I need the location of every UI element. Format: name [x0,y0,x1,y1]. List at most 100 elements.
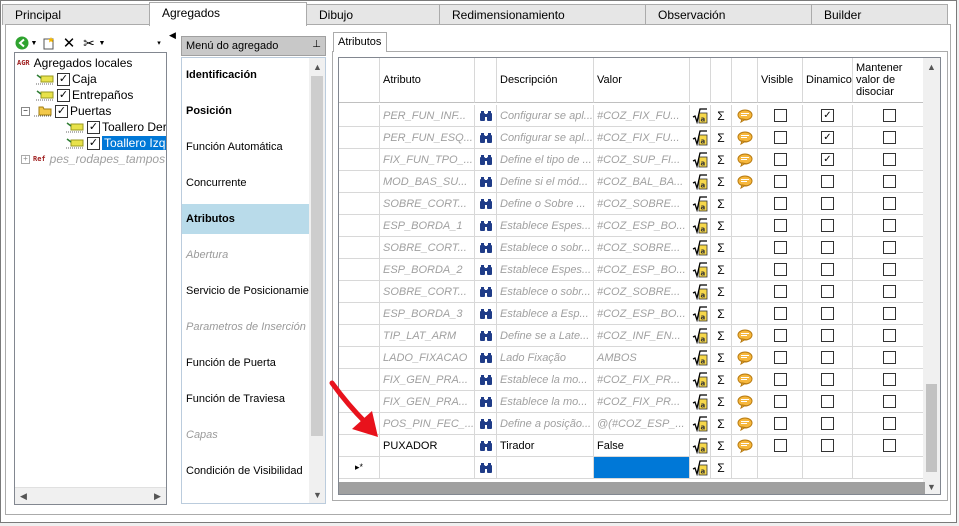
comment-icon[interactable] [737,153,753,167]
visible-cell[interactable] [758,215,803,237]
binoculars-cell[interactable] [475,127,497,149]
value-cell[interactable]: #COZ_FIX_FU... [594,105,690,127]
binoculars-cell[interactable] [475,193,497,215]
formula-cell[interactable]: a [690,193,711,215]
visible-cell[interactable] [758,413,803,435]
value-cell[interactable]: #COZ_INF_EN... [594,325,690,347]
dinamico-cell[interactable] [803,303,853,325]
row-header[interactable] [339,347,380,369]
attribute-cell[interactable]: ESP_BORDA_2 [380,259,475,281]
comment-cell[interactable] [732,325,758,347]
comment-icon[interactable] [737,109,753,123]
sum-icon[interactable]: Σ [717,351,724,365]
binoculars-icon[interactable] [479,132,493,144]
attribute-cell[interactable]: LADO_FIXACAO [380,347,475,369]
binoculars-cell[interactable] [475,325,497,347]
comment-cell[interactable] [732,391,758,413]
description-cell[interactable]: Establece o sobr... [497,281,594,303]
sum-icon[interactable]: Σ [717,219,724,233]
mantener-cell[interactable] [853,457,926,479]
mantener-checkbox[interactable] [882,241,896,254]
description-cell[interactable]: Define si el mód... [497,171,594,193]
table-row[interactable]: SOBRE_CORT... Establece o sobr... #COZ_SOB… [339,237,926,259]
mantener-cell[interactable] [853,127,926,149]
value-cell[interactable]: #COZ_FIX_FU... [594,127,690,149]
table-row[interactable]: ESP_BORDA_2 Establece Espes... #COZ_ESP_BO… [339,259,926,281]
tab-builder[interactable]: Builder [811,4,948,25]
sum-icon[interactable]: Σ [717,285,724,299]
mantener-checkbox[interactable] [882,329,896,342]
description-cell[interactable]: Establece Espes... [497,215,594,237]
comment-icon[interactable] [737,373,753,387]
dinamico-cell[interactable] [803,259,853,281]
comment-cell[interactable] [732,149,758,171]
toallero-izq-checkbox[interactable]: ✓ [87,136,100,150]
sum-cell[interactable]: Σ [711,347,732,369]
comment-cell[interactable] [732,281,758,303]
dinamico-checkbox[interactable] [821,307,834,320]
dinamico-cell[interactable] [803,413,853,435]
tab-dibujo[interactable]: Dibujo [306,4,440,25]
dinamico-checkbox[interactable]: ✓ [821,109,834,122]
new-row-marker[interactable]: ▸* [339,457,380,479]
mantener-checkbox[interactable] [882,153,896,166]
sum-icon[interactable]: Σ [717,439,724,453]
sum-cell[interactable]: Σ [711,435,732,457]
table-row[interactable]: ESP_BORDA_3 Establece a Esp... #COZ_ESP_BO… [339,303,926,325]
row-header[interactable] [339,237,380,259]
tab-agregados[interactable]: Agregados [149,2,307,26]
row-header[interactable] [339,303,380,325]
table-row[interactable]: PUXADOR Tirador False a Σ [339,435,926,457]
formula-icon[interactable]: a [692,393,708,410]
value-cell[interactable]: #COZ_FIX_PR... [594,391,690,413]
row-header[interactable] [339,325,380,347]
comment-cell[interactable] [732,457,758,479]
comment-cell[interactable] [732,259,758,281]
dinamico-checkbox[interactable] [821,285,834,298]
mantener-checkbox[interactable] [882,197,896,210]
attribute-cell[interactable]: PUXADOR [380,435,475,457]
binoculars-icon[interactable] [479,110,493,122]
description-cell[interactable]: Define se a Late... [497,325,594,347]
mantener-cell[interactable] [853,193,926,215]
binoculars-cell[interactable] [475,347,497,369]
attribute-cell[interactable]: ESP_BORDA_3 [380,303,475,325]
dinamico-cell[interactable] [803,193,853,215]
formula-cell[interactable]: a [690,413,711,435]
column-header-dinamico[interactable]: Dinamico [803,58,853,103]
pin-icon[interactable]: ⊥ [312,39,321,50]
column-header-mantener[interactable]: Mantener valor de disociar [853,58,926,103]
binoculars-cell[interactable] [475,391,497,413]
dinamico-cell[interactable] [803,325,853,347]
formula-cell[interactable]: a [690,259,711,281]
mantener-cell[interactable] [853,215,926,237]
value-cell[interactable]: #COZ_ESP_BO... [594,215,690,237]
binoculars-cell[interactable] [475,149,497,171]
comment-cell[interactable] [732,413,758,435]
mantener-cell[interactable] [853,237,926,259]
attribute-cell[interactable]: FIX_FUN_TPO_... [380,149,475,171]
dinamico-cell[interactable] [803,237,853,259]
collapse-icon[interactable]: − [21,106,30,116]
dinamico-cell[interactable] [803,347,853,369]
dinamico-checkbox[interactable] [821,241,834,254]
table-row[interactable]: PER_FUN_INF... Configurar se apl... #COZ_F… [339,105,926,127]
formula-icon[interactable]: a [692,415,708,432]
mantener-checkbox[interactable] [882,417,896,430]
formula-cell[interactable]: a [690,391,711,413]
scrollbar-thumb-active[interactable] [926,384,937,472]
visible-cell[interactable] [758,435,803,457]
visible-checkbox[interactable] [773,329,787,342]
sum-icon[interactable]: Σ [717,241,724,255]
mantener-cell[interactable] [853,413,926,435]
tree-item-toallero-der[interactable]: ✓ Toallero Der [65,119,166,135]
visible-checkbox[interactable] [773,131,787,144]
visible-cell[interactable] [758,281,803,303]
formula-icon[interactable]: a [692,195,708,212]
sum-icon[interactable]: Σ [717,461,724,475]
menu-vertical-scrollbar[interactable]: ▲ ▼ [309,58,325,503]
value-cell[interactable]: #COZ_SUP_FI... [594,149,690,171]
sum-icon[interactable]: Σ [717,109,724,123]
description-cell[interactable]: Configurar se apl... [497,127,594,149]
mantener-cell[interactable] [853,303,926,325]
